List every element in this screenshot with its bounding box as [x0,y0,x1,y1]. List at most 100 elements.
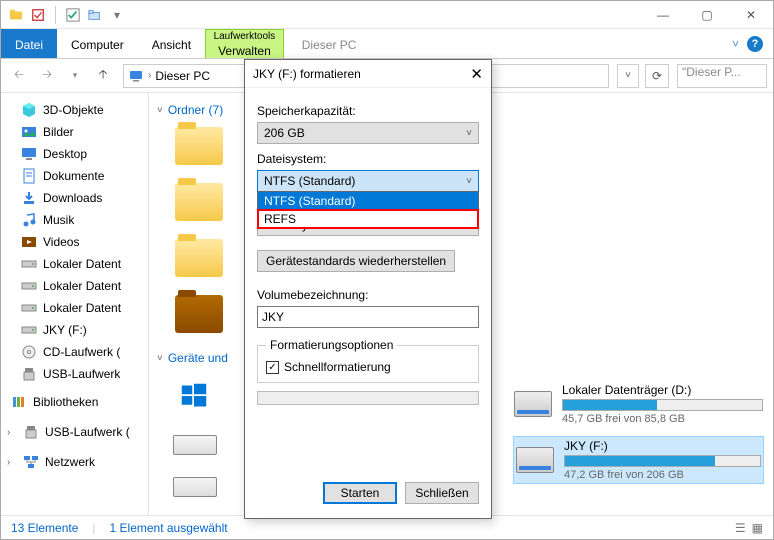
tree-item[interactable]: JKY (F:) [1,319,148,341]
recent-dropdown[interactable]: ▾ [63,64,87,88]
library-icon [11,394,27,410]
tree-item[interactable]: Bilder [1,121,148,143]
drive-item-d[interactable]: Lokaler Datenträger (D:) 45,7 GB frei vo… [514,383,763,425]
drive-tile[interactable] [173,435,217,455]
checkbox-icon[interactable] [64,6,82,24]
window-titlebar: ▾ — ▢ ✕ [1,1,773,29]
quick-format-checkbox[interactable]: ✓ Schnellformatierung [266,360,470,374]
drive-name: Lokaler Datenträger (D:) [562,383,763,397]
dialog-title: JKY (F:) formatieren [253,67,361,81]
tree-item[interactable]: Downloads [1,187,148,209]
tree-item[interactable]: Lokaler Datent [1,275,148,297]
hdd-icon [21,256,37,272]
tree-libraries[interactable]: Bibliotheken [1,391,148,413]
drive-tile[interactable] [173,477,217,497]
back-button[interactable]: 🡠 [7,64,31,88]
devices-group-header[interactable]: ˅Geräte und [157,351,244,365]
chevron-down-icon: ˅ [157,105,163,116]
tree-item[interactable]: Videos [1,231,148,253]
window-title-text: Dieser PC [284,29,371,58]
folder-tile[interactable] [175,183,223,221]
hdd-icon [21,322,37,338]
props-icon[interactable] [29,6,47,24]
forward-button: 🡢 [35,64,59,88]
address-expand[interactable]: ˅ [617,64,639,88]
video-icon [21,234,37,250]
music-icon [21,212,37,228]
dropdown-option-refs[interactable]: REFS [258,210,478,228]
hdd-icon [21,278,37,294]
navigation-tree[interactable]: 3D-Objekte Bilder Desktop Dokumente Down… [1,93,149,515]
drives-group: Lokaler Datenträger (D:) 45,7 GB frei vo… [504,93,773,515]
drive-name: JKY (F:) [564,439,761,453]
desktop-icon [21,146,37,162]
tree-item[interactable]: ›USB-Laufwerk ( [1,421,148,443]
tree-item[interactable]: CD-Laufwerk ( [1,341,148,363]
format-dialog: JKY (F:) formatieren ✕ Speicherkapazität… [244,59,492,519]
dialog-titlebar[interactable]: JKY (F:) formatieren ✕ [245,60,491,88]
os-drive-tile[interactable] [173,375,215,417]
checkbox-box: ✓ [266,361,279,374]
chevron-down-icon: ˅ [466,128,472,139]
tree-item[interactable]: Musik [1,209,148,231]
folder-tile-videos[interactable] [175,295,223,333]
folders-group: ˅Ordner (7) ˅Geräte und [149,93,244,515]
capacity-label: Speicherkapazität: [257,104,479,118]
tree-item[interactable]: Lokaler Datent [1,297,148,319]
network-icon [23,454,39,470]
dialog-close-button[interactable]: ✕ [470,65,483,83]
refresh-button[interactable]: ⟳ [645,64,669,88]
contextual-tab-group: Laufwerktools Verwalten [205,29,284,58]
drive-free-text: 45,7 GB frei von 85,8 GB [562,413,763,425]
download-icon [21,190,37,206]
pc-icon [128,68,144,84]
tree-network[interactable]: ›Netzwerk [1,451,148,473]
search-input[interactable]: "Dieser P... [677,64,767,88]
status-selected: 1 Element ausgewählt [110,521,228,535]
hdd-icon [514,391,552,417]
minimize-button[interactable]: — [641,1,685,29]
dropdown-option-ntfs[interactable]: NTFS (Standard) [258,192,478,210]
maximize-button[interactable]: ▢ [685,1,729,29]
close-dialog-button[interactable]: Schließen [405,482,479,504]
tree-item[interactable]: Dokumente [1,165,148,187]
tab-view[interactable]: Ansicht [138,29,205,58]
ribbon: Datei Computer Ansicht Laufwerktools Ver… [1,29,773,59]
up-button[interactable]: 🡡 [91,64,115,88]
folder-icon [7,6,25,24]
contextual-title: Laufwerktools [208,30,282,42]
qat-dropdown-icon[interactable]: ▾ [108,6,126,24]
help-icon[interactable]: ? [747,36,763,52]
tab-computer[interactable]: Computer [57,29,138,58]
close-button[interactable]: ✕ [729,1,773,29]
document-icon [21,168,37,184]
volume-label-input[interactable] [257,306,479,328]
status-count: 13 Elemente [11,521,78,535]
ribbon-collapse-icon[interactable]: ˅ [732,37,739,51]
filesystem-select[interactable]: NTFS (Standard)˅ NTFS (Standard) REFS [257,170,479,192]
tree-item[interactable]: Lokaler Datent [1,253,148,275]
start-button[interactable]: Starten [323,482,397,504]
format-options-group: Formatierungsoptionen ✓ Schnellformatier… [257,338,479,383]
drive-free-text: 47,2 GB frei von 206 GB [564,469,761,481]
volume-label-label: Volumebezeichnung: [257,288,479,302]
newfolder-icon[interactable] [86,6,104,24]
window-controls: — ▢ ✕ [641,1,773,29]
breadcrumb-arrow[interactable]: › [148,70,151,81]
folders-group-header[interactable]: ˅Ordner (7) [157,103,244,117]
drive-item-f[interactable]: JKY (F:) 47,2 GB frei von 206 GB [514,437,763,483]
tree-item[interactable]: USB-Laufwerk [1,363,148,385]
capacity-select[interactable]: 206 GB˅ [257,122,479,144]
folder-tile[interactable] [175,127,223,165]
tab-file[interactable]: Datei [1,29,57,58]
details-view-icon[interactable]: ☰ [735,521,746,535]
hdd-icon [21,300,37,316]
tree-item[interactable]: 3D-Objekte [1,99,148,121]
tree-item[interactable]: Desktop [1,143,148,165]
tiles-view-icon[interactable]: ▦ [752,521,763,535]
filesystem-label: Dateisystem: [257,152,479,166]
folder-tile[interactable] [175,239,223,277]
breadcrumb-root[interactable]: Dieser PC [155,69,210,83]
restore-defaults-button[interactable]: Gerätestandards wiederherstellen [257,250,455,272]
filesystem-dropdown: NTFS (Standard) REFS [257,191,479,229]
